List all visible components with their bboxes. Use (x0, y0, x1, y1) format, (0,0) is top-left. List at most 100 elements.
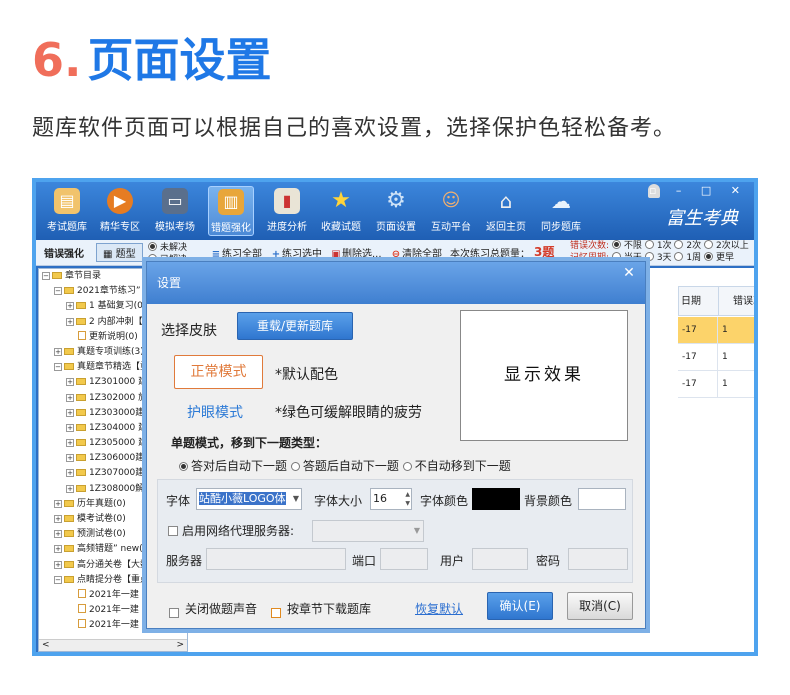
expand-icon[interactable]: + (54, 499, 62, 508)
row-count[interactable]: 1 (718, 344, 754, 371)
toolbar-progress-button[interactable]: ▮ 进度分析 (264, 186, 310, 236)
expand-icon[interactable]: + (54, 530, 62, 539)
toolbar-community-button[interactable]: ☺ 互动平台 (428, 186, 474, 236)
expand-icon[interactable]: + (66, 302, 74, 311)
radio-icon[interactable] (644, 240, 654, 249)
radio-icon[interactable] (704, 252, 714, 261)
type-button[interactable]: ▦ 题型 (96, 243, 143, 262)
filter-unsolved[interactable]: 未解决 (148, 242, 187, 253)
tree-item-label: 模考试卷(0) (77, 514, 126, 524)
delete-selected-button[interactable]: ▣删除选... (328, 245, 384, 260)
opt-auto-correct[interactable]: 答对后自动下一题 (179, 459, 287, 473)
proxy-select[interactable]: ▼ (312, 520, 424, 542)
play-icon: ▶ (107, 188, 133, 214)
cancel-button[interactable]: 取消(C) (567, 592, 633, 620)
radio-icon[interactable] (611, 240, 621, 249)
clear-all-button[interactable]: ⊖ 清除全部 (388, 245, 444, 260)
server-input[interactable] (206, 548, 346, 570)
collapse-icon[interactable]: − (42, 272, 50, 280)
toolbar-wrong-questions-button[interactable]: ▥ 错题强化 (208, 186, 254, 236)
user-input[interactable] (472, 548, 528, 570)
radio-icon[interactable] (611, 252, 621, 261)
expand-icon[interactable]: + (66, 393, 74, 402)
collapse-icon[interactable]: − (54, 363, 62, 372)
practice-selected-label: 练习选中 (282, 249, 322, 260)
expand-icon[interactable]: + (54, 560, 62, 569)
list-icon: ▦ (103, 249, 116, 260)
folder-icon (52, 272, 62, 279)
opt-label: 答对后自动下一题 (191, 459, 288, 473)
ok-button[interactable]: 确认(E) (487, 592, 553, 620)
folder-icon (76, 317, 86, 325)
expand-icon[interactable]: + (54, 515, 62, 523)
bg-color-swatch[interactable] (578, 488, 626, 510)
collapse-icon[interactable]: − (54, 287, 62, 296)
toolbar-home-button[interactable]: ⌂ 返回主页 (483, 186, 529, 236)
toolbar-exam-bank-button[interactable]: ▤ 考试题库 (44, 186, 90, 236)
toolbar-mock-exam-button[interactable]: ▭ 模拟考场 (152, 186, 198, 236)
proxy-checkbox[interactable] (168, 524, 182, 538)
expand-icon[interactable]: + (66, 317, 74, 326)
row-date[interactable]: -17 (678, 371, 718, 398)
folder-icon (76, 302, 86, 310)
tree-scrollbar[interactable]: < > (39, 639, 187, 651)
port-input[interactable] (380, 548, 428, 570)
expand-icon[interactable]: + (66, 484, 74, 493)
toolbar-essence-button[interactable]: ▶ 精华专区 (97, 186, 143, 236)
toolbar-page-settings-button[interactable]: ⚙ 页面设置 (373, 186, 419, 236)
toolbar-label: 考试题库 (47, 222, 87, 233)
no-entry-icon: ⊖ (391, 249, 401, 260)
collapse-icon[interactable]: − (54, 575, 62, 584)
size-stepper[interactable]: 16 ▲ ▼ (370, 488, 412, 510)
radio-icon[interactable] (644, 252, 654, 261)
practice-selected-button[interactable]: + 练习选中 (268, 245, 324, 260)
advanced-settings-panel: 字体 站酷小薇LOGO体 ▼ 字体大小 16 ▲ ▼ 字体颜色 背景颜色 启用网络… (157, 479, 633, 583)
expand-icon[interactable]: + (66, 378, 74, 387)
radio-icon[interactable] (704, 240, 714, 249)
user-label: 用户 (440, 554, 465, 568)
restore-defaults-link[interactable]: 恢复默认 (415, 600, 463, 617)
close-icon[interactable]: ✕ (619, 265, 639, 281)
eye-mode-button[interactable]: 护眼模式 (187, 402, 243, 422)
font-color-swatch[interactable] (472, 488, 520, 510)
mute-checkbox[interactable] (169, 602, 183, 621)
toolbar-sync-button[interactable]: ☁ 同步题库 (538, 186, 584, 236)
col-count-header[interactable]: 错误次数 (718, 286, 754, 316)
bar-chart-icon: ▮ (274, 188, 300, 214)
practice-all-button[interactable]: ≡ 练习全部 (208, 245, 264, 260)
expand-icon[interactable]: + (54, 545, 62, 554)
normal-mode-button[interactable]: 正常模式 (174, 355, 263, 389)
window-controls[interactable]: ▫ – □ ✕ (649, 184, 748, 197)
row-date[interactable]: -17 (678, 344, 718, 371)
err-opt: 2次 (686, 241, 702, 251)
radio-icon[interactable] (674, 240, 684, 249)
checkbox-icon (169, 608, 179, 618)
password-label: 密码 (536, 554, 561, 568)
expand-icon[interactable]: + (66, 423, 74, 432)
expand-icon[interactable]: + (66, 469, 74, 478)
row-count[interactable]: 1 (718, 317, 754, 344)
row-count[interactable]: 1 (718, 371, 754, 398)
stepper-arrows-icon[interactable]: ▲ ▼ (405, 490, 410, 508)
scroll-left-icon[interactable]: < (42, 640, 50, 650)
row-date[interactable]: -17 (678, 317, 718, 344)
mem-opt: 更早 (716, 253, 735, 263)
download-checkbox[interactable] (271, 602, 285, 621)
font-select[interactable]: 站酷小薇LOGO体 ▼ (196, 488, 302, 510)
toolbar-favorites-button[interactable]: ★ 收藏试题 (318, 186, 364, 236)
cloud-sync-icon: ☁ (551, 189, 571, 213)
mem-opt: 3天 (656, 253, 672, 263)
toolbar-label: 互动平台 (431, 222, 471, 233)
expand-icon[interactable]: + (66, 439, 74, 448)
scroll-right-icon[interactable]: > (176, 640, 184, 650)
opt-auto-any[interactable]: 答题后自动下一题 (290, 459, 399, 473)
radio-icon[interactable] (674, 252, 684, 261)
password-input[interactable] (568, 548, 628, 570)
expand-icon[interactable]: + (66, 454, 74, 463)
tree-item-label: 2021年一建《 (89, 589, 148, 600)
reload-bank-button[interactable]: 重载/更新题库 (237, 312, 353, 340)
expand-icon[interactable]: + (54, 347, 62, 356)
clear-all-label: 清除全部 (402, 249, 442, 260)
expand-icon[interactable]: + (66, 408, 74, 417)
opt-no-auto[interactable]: 不自动移到下一题 (402, 459, 511, 473)
